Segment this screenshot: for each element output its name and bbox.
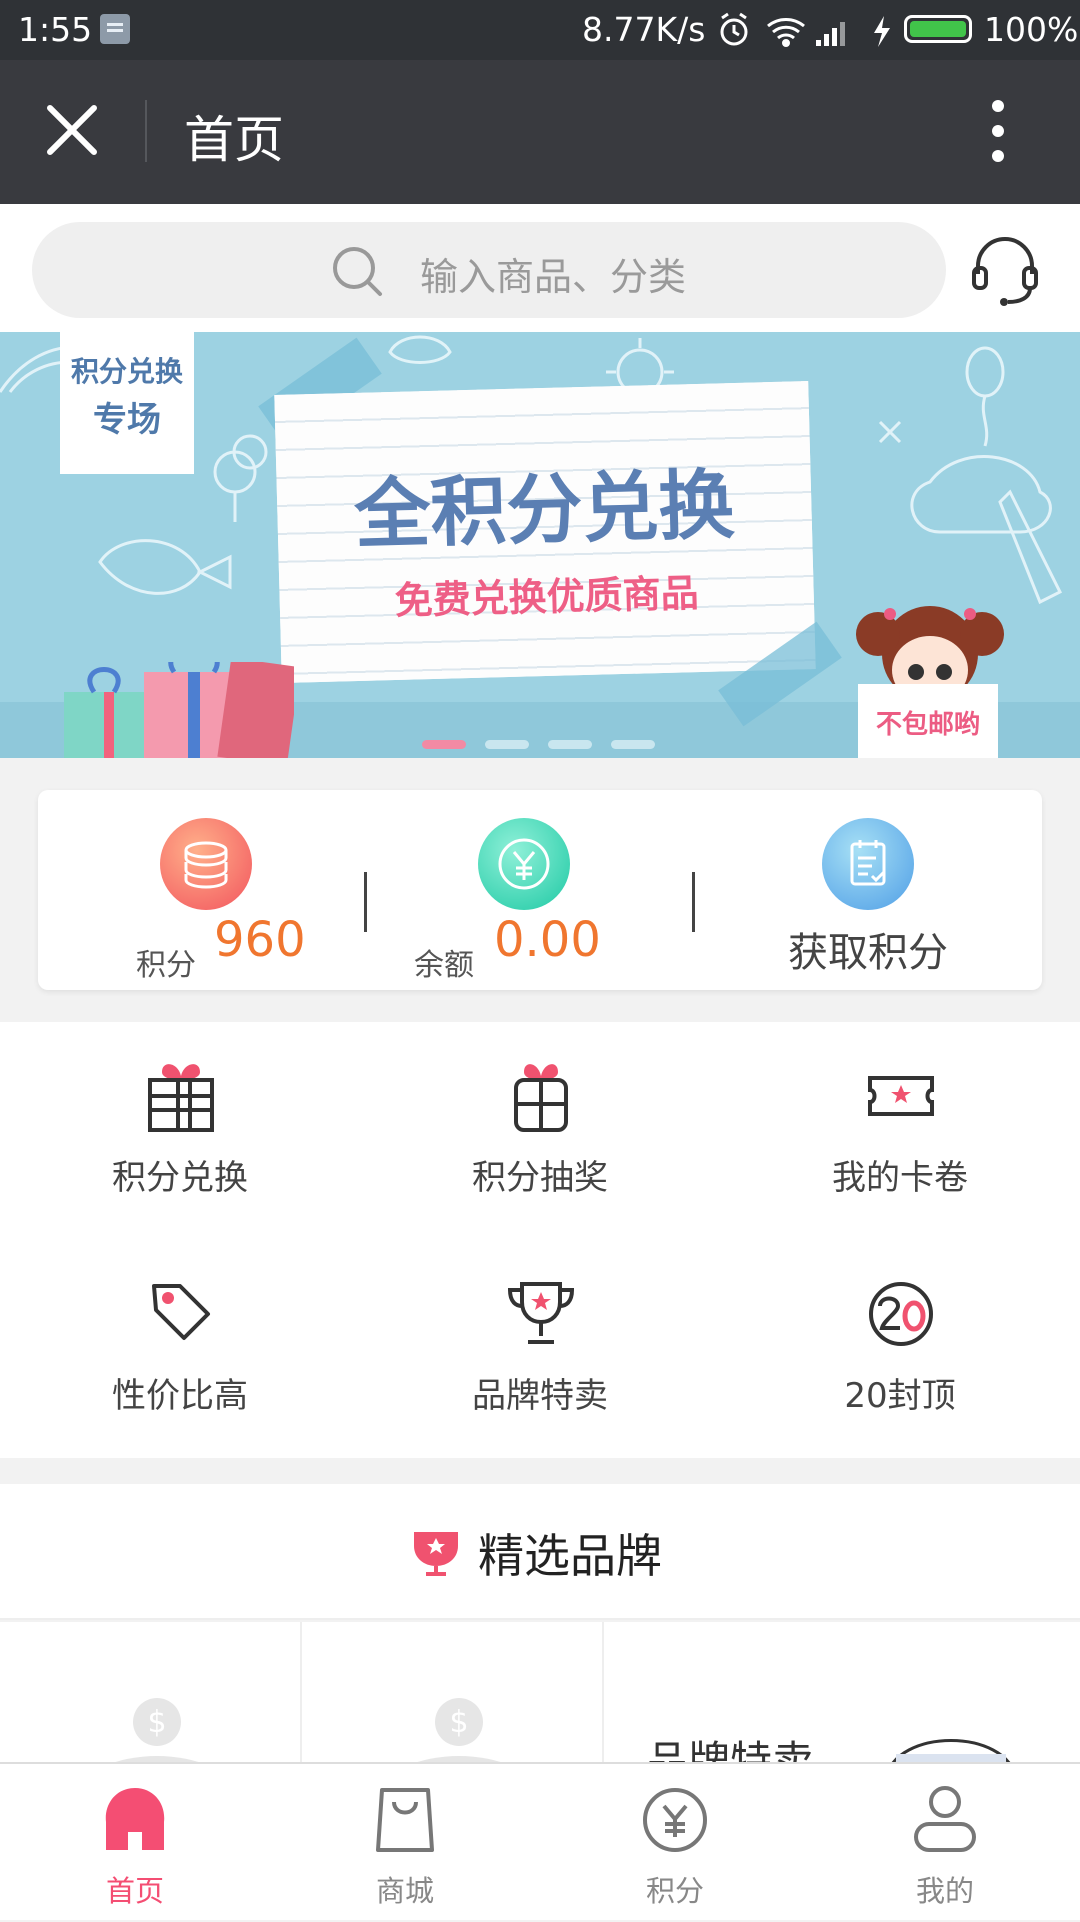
gift-draw-icon xyxy=(514,1064,568,1132)
battery-icon xyxy=(904,15,972,43)
tab-label: 我的 xyxy=(915,1874,974,1908)
notification-icon xyxy=(100,14,130,44)
tab-mall[interactable]: 商城 xyxy=(270,1764,540,1922)
stats-divider xyxy=(364,872,367,932)
stats-section: 积分 960 余额 0.00 获取积分 xyxy=(0,758,1080,1022)
tab-label: 首页 xyxy=(105,1874,164,1908)
tab-home[interactable]: 首页 xyxy=(0,1764,270,1922)
twenty-cap-icon xyxy=(869,1282,933,1346)
search-row: 输入商品、分类 xyxy=(0,204,1080,332)
tab-label: 商城 xyxy=(375,1874,434,1908)
home-icon xyxy=(105,1788,165,1850)
svg-text:$: $ xyxy=(147,1705,166,1740)
status-bar: 1:55 8.77K/s 100% xyxy=(0,0,1080,60)
banner-corner-tag: 积分兑换 专场 xyxy=(60,332,194,474)
tab-points[interactable]: 积分 xyxy=(540,1764,810,1922)
girl-mascot: 不包邮哟 xyxy=(850,594,1010,758)
pagination-dot[interactable] xyxy=(548,740,592,749)
banner-subline: 免费兑换优质商品 xyxy=(394,571,700,623)
menu-label: 积分兑换 xyxy=(112,1158,248,1198)
brand-sale-card[interactable]: 品牌特卖 xyxy=(604,1622,1080,1762)
points-stat[interactable]: 积分 960 xyxy=(38,790,358,990)
brand-sale-text: 品牌特卖 xyxy=(646,1737,815,1762)
coins-icon xyxy=(160,818,252,910)
page-title: 首页 xyxy=(184,111,284,169)
banner-sign: 不包邮哟 xyxy=(858,684,998,758)
customer-service-icon[interactable] xyxy=(970,234,1040,306)
pagination-dot[interactable] xyxy=(422,740,466,749)
menu-item-value[interactable]: 性价比高 xyxy=(0,1240,360,1458)
bottom-tab-bar: 首页 商城 积分 我的 xyxy=(0,1762,1080,1920)
nav-divider xyxy=(145,100,147,162)
gift-box-icon xyxy=(148,1064,214,1132)
earn-points-label: 获取积分 xyxy=(788,930,948,976)
trophy-icon xyxy=(414,1532,458,1576)
search-icon xyxy=(333,247,382,296)
status-time: 1:55 xyxy=(18,10,93,49)
signal-icon xyxy=(816,22,845,46)
battery-percent: 100% xyxy=(984,10,1079,49)
brand-card[interactable]: $ xyxy=(0,1622,302,1762)
search-input[interactable]: 输入商品、分类 xyxy=(32,222,946,318)
menu-label: 积分抽奖 xyxy=(472,1158,608,1198)
menu-item-points-exchange[interactable]: 积分兑换 xyxy=(0,1022,360,1240)
network-speed: 8.77K/s xyxy=(582,10,706,49)
menu-item-brand-sale[interactable]: 品牌特卖 xyxy=(360,1240,720,1458)
yen-coin-icon xyxy=(478,818,570,910)
wifi-icon xyxy=(767,18,805,47)
stats-divider xyxy=(692,872,695,932)
status-icons xyxy=(720,12,890,47)
banner-headline: 全积分兑换 xyxy=(353,460,736,559)
brand-list: $ $ 品牌特卖 xyxy=(0,1622,1080,1762)
menu-item-points-draw[interactable]: 积分抽奖 xyxy=(360,1022,720,1240)
more-options-icon[interactable] xyxy=(988,98,1008,164)
pagination-dot[interactable] xyxy=(611,740,655,749)
balance-label: 余额 xyxy=(414,948,474,983)
menu-label: 20封顶 xyxy=(844,1376,956,1416)
ticket-icon xyxy=(868,1076,934,1116)
promo-banner[interactable]: 积分兑换 专场 全积分兑换 免费兑换优质商品 不包邮哟 xyxy=(0,332,1080,758)
banner-tag-line2: 专场 xyxy=(93,400,161,440)
menu-item-my-coupons[interactable]: 我的卡卷 xyxy=(720,1022,1080,1240)
tab-me[interactable]: 我的 xyxy=(810,1764,1080,1922)
brand-product-image xyxy=(892,1739,1010,1762)
search-placeholder: 输入商品、分类 xyxy=(420,255,687,299)
close-icon[interactable] xyxy=(42,100,102,160)
earn-points-button[interactable]: 获取积分 xyxy=(708,790,1028,990)
price-tag-icon xyxy=(152,1284,210,1340)
clipboard-icon xyxy=(822,818,914,910)
banner-tag-line1: 积分兑换 xyxy=(70,355,183,388)
tab-label: 积分 xyxy=(645,1874,704,1908)
money-bag-icon: $ xyxy=(417,1698,501,1762)
menu-label: 性价比高 xyxy=(112,1376,248,1416)
banner-note: 全积分兑换 免费兑换优质商品 xyxy=(274,381,816,683)
trophy-icon xyxy=(507,1282,575,1344)
points-coin-icon xyxy=(643,1788,707,1852)
menu-label: 我的卡卷 xyxy=(832,1158,968,1198)
points-value: 960 xyxy=(214,912,306,968)
menu-item-twenty-cap[interactable]: 20封顶 xyxy=(720,1240,1080,1458)
feature-menu: 积分兑换 积分抽奖 我的卡卷 性价比高 品牌特卖 20封顶 xyxy=(0,1022,1080,1458)
menu-label: 品牌特卖 xyxy=(472,1376,608,1416)
nav-bar: 首页 xyxy=(0,60,1080,204)
money-bag-icon: $ xyxy=(115,1698,199,1762)
svg-text:$: $ xyxy=(449,1705,468,1740)
banner-pagination xyxy=(422,734,674,753)
featured-brands-header: 精选品牌 xyxy=(0,1484,1080,1620)
charging-icon xyxy=(874,16,890,47)
brand-card[interactable]: $ xyxy=(302,1622,604,1762)
shopping-bag-icon xyxy=(376,1788,434,1852)
gift-boxes-illustration xyxy=(64,662,294,758)
featured-brands-title: 精选品牌 xyxy=(478,1529,662,1583)
balance-stat[interactable]: 余额 0.00 xyxy=(368,790,688,990)
pagination-dot[interactable] xyxy=(485,740,529,749)
stats-card: 积分 960 余额 0.00 获取积分 xyxy=(38,790,1042,990)
user-icon xyxy=(914,1786,976,1852)
alarm-icon xyxy=(720,12,748,46)
balance-value: 0.00 xyxy=(494,912,601,968)
points-label: 积分 xyxy=(136,948,196,983)
